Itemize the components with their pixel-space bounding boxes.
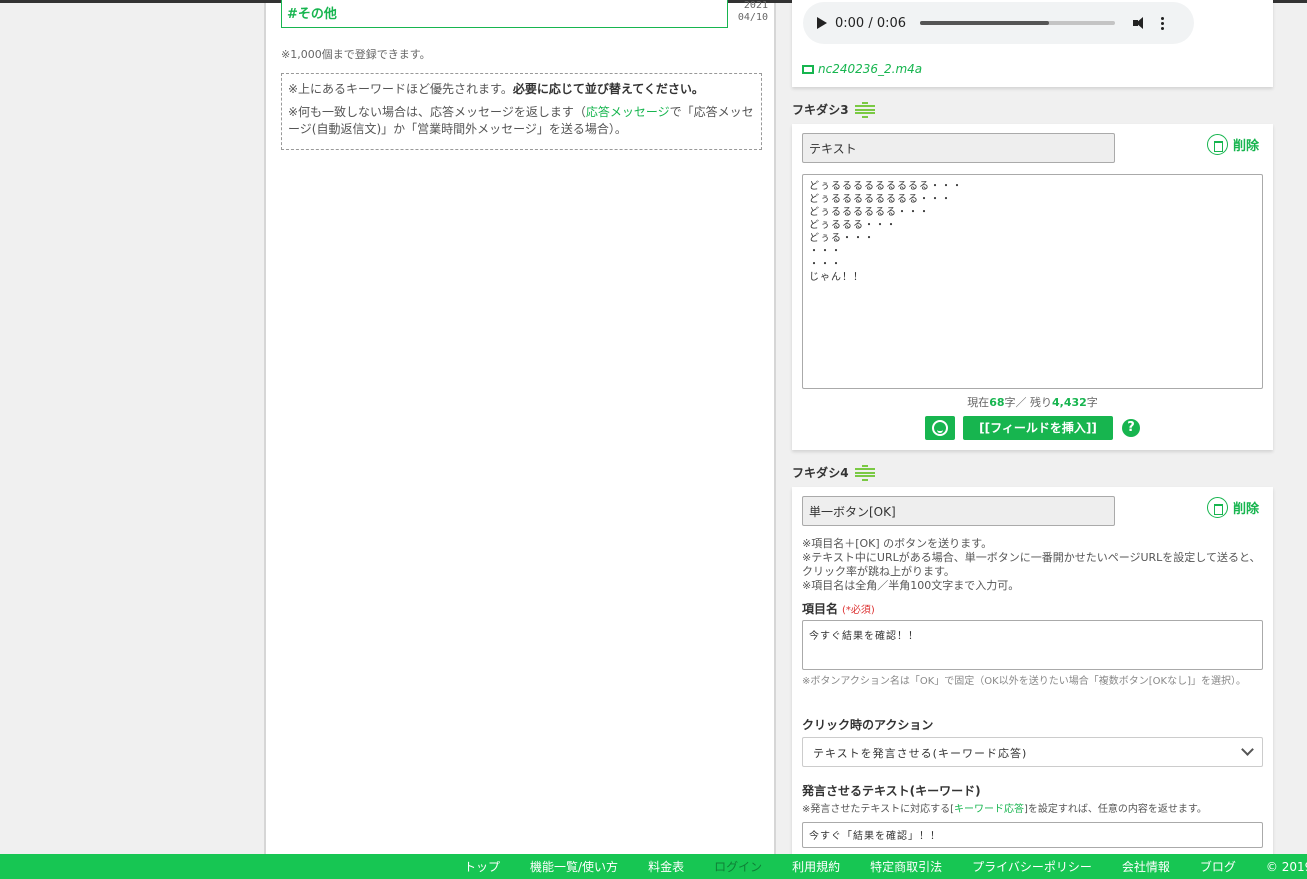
button-info-line: ※項目名＋[OK] のボタンを送ります。 [802,537,993,550]
footer-link-pricing[interactable]: 料金表 [648,858,684,875]
keyword-item[interactable]: #その他 [281,0,728,28]
keyword-panel: #その他 2021 04/10 ※1,000個まで登録できます。 ※上にあるキー… [266,0,776,854]
smile-icon [932,420,948,436]
left-gutter [10,3,266,854]
play-icon[interactable] [817,17,827,29]
message-editor-panel: 0:00 / 0:06 nc240236_2.m4a フキダシ3 テキスト 削除… [776,0,1307,857]
footer-link-login[interactable]: ログイン [714,858,762,875]
message-textarea[interactable]: どぅるるるるるるるるる・・・ どぅるるるるるるるる・・・ どぅるるるるるる・・・… [802,174,1263,389]
audio-progress [920,21,1049,25]
item-name-input[interactable]: 今すぐ結果を確認！！ [802,620,1263,670]
limit-note: ※1,000個まで登録できます。 [281,48,431,61]
footer-link-company[interactable]: 会社情報 [1122,858,1170,875]
button-info-line: ※テキスト中にURLがある場合、単一ボタンに一番開かせたいページURLを設定して… [802,551,1261,578]
delete-label: 削除 [1232,139,1259,154]
button-info: ※項目名＋[OK] のボタンを送ります。 ※テキスト中にURLがある場合、単一ボ… [802,537,1262,593]
required-badge: (*必須) [842,605,875,616]
speak-text-note: ※発言させたテキストに対応する[キーワード応答]を設定すれば、任意の内容を返せま… [802,803,1252,816]
keyword-date-year: 2021 [743,0,768,11]
audio-file-link[interactable]: nc240236_2.m4a [802,62,922,76]
footer-link-blog[interactable]: ブログ [1200,858,1236,875]
trash-icon [1206,497,1228,518]
char-counter: 現在68字／ 残り4,432字 [792,394,1273,410]
response-message-link[interactable]: 応答メッセージ [586,105,670,119]
file-icon [802,64,814,74]
drag-handle-icon[interactable] [854,464,875,481]
footer-link-privacy[interactable]: プライバシーポリシー [972,858,1092,875]
priority-note: ※上にあるキーワードほど優先されます。必要に応じて並び替えてください。 [288,81,755,98]
audio-time: 0:00 / 0:06 [835,15,907,31]
click-action-label: クリック時のアクション [802,718,934,732]
audio-seek-bar[interactable] [920,21,1116,25]
counter-prefix: 現在 [967,396,990,409]
more-options-icon[interactable] [1161,16,1165,30]
speak-text-input[interactable]: 今すぐ「結果を確認」！！ [802,822,1263,848]
trash-icon [1206,134,1228,155]
volume-icon[interactable] [1133,16,1147,30]
fukidashi3-type-select[interactable]: テキスト [802,133,1115,163]
counter-mid: 字／ 残り [1004,396,1053,409]
audio-player[interactable]: 0:00 / 0:06 [803,2,1194,44]
fallback-text-1: ※何も一致しない場合は、応答メッセージを返します（ [288,105,586,119]
footer-link-commerce[interactable]: 特定商取引法 [870,858,942,875]
fukidashi3-label: フキダシ3 [792,103,849,117]
drag-handle-icon[interactable] [854,101,875,118]
fukidashi4-card: 単一ボタン[OK] 削除 ※項目名＋[OK] のボタンを送ります。 ※テキスト中… [792,487,1273,857]
speak-note-text-1: ※発言させたテキストに対応する[ [802,804,954,815]
keyword-date: 2021 04/10 [732,0,768,24]
speak-text-label: 発言させるテキスト(キーワード) [802,784,981,798]
help-icon[interactable]: ? [1122,419,1140,437]
priority-note-box: ※上にあるキーワードほど優先されます。必要に応じて並び替えてください。 ※何も一… [281,73,762,150]
footer-link-terms[interactable]: 利用規約 [792,858,840,875]
fukidashi4-delete-button[interactable]: 削除 [1206,497,1259,518]
button-info-line: ※項目名は全角／半角100文字まで入力可。 [802,579,1020,592]
fukidashi4-type-select[interactable]: 単一ボタン[OK] [802,496,1115,526]
fukidashi3-delete-button[interactable]: 削除 [1206,134,1259,155]
chevron-down-icon [1241,743,1254,756]
delete-label: 削除 [1232,502,1259,517]
footer: トップ 機能一覧/使い方 料金表 ログイン 利用規約 特定商取引法 プライバシー… [0,854,1307,879]
speak-note-text-2: ]を設定すれば、任意の内容を返せます。 [1023,804,1207,815]
counter-current: 68 [989,396,1005,409]
item-name-label-text: 項目名 [802,602,839,616]
click-action-select[interactable]: テキストを発言させる(キーワード応答) [802,737,1263,767]
priority-text: ※上にあるキーワードほど優先されます。 [288,82,513,96]
fukidashi4-header: フキダシ4 [792,464,875,481]
copyright: © 2019 [1265,859,1307,874]
emoji-button[interactable] [925,416,955,440]
insert-field-button[interactable]: [[フィールドを挿入]] [963,416,1113,440]
fukidashi3-card: テキスト 削除 どぅるるるるるるるるる・・・ どぅるるるるるるるる・・・ どぅる… [792,124,1273,450]
counter-suffix: 字 [1086,396,1098,409]
keyword-date-md: 04/10 [737,12,768,23]
fallback-note: ※何も一致しない場合は、応答メッセージを返します（応答メッセージで「応答メッセー… [288,104,755,138]
audio-file-name: nc240236_2.m4a [818,62,923,76]
audio-card: 0:00 / 0:06 nc240236_2.m4a [792,0,1273,87]
counter-remaining: 4,432 [1052,396,1087,409]
keyword-response-link[interactable]: キーワード応答 [954,804,1024,815]
item-name-label: 項目名 (*必須) [802,600,875,617]
click-action-value: テキストを発言させる(キーワード応答) [813,747,1028,760]
fukidashi4-label: フキダシ4 [792,466,849,480]
fukidashi3-header: フキダシ3 [792,101,875,118]
footer-link-top[interactable]: トップ [464,858,500,875]
priority-bold-text: 必要に応じて並び替えてください。 [512,82,704,96]
footer-link-features[interactable]: 機能一覧/使い方 [530,858,618,875]
action-note: ※ボタンアクション名は「OK」で固定（OK以外を送りたい場合「複数ボタン[OKな… [802,676,1246,687]
